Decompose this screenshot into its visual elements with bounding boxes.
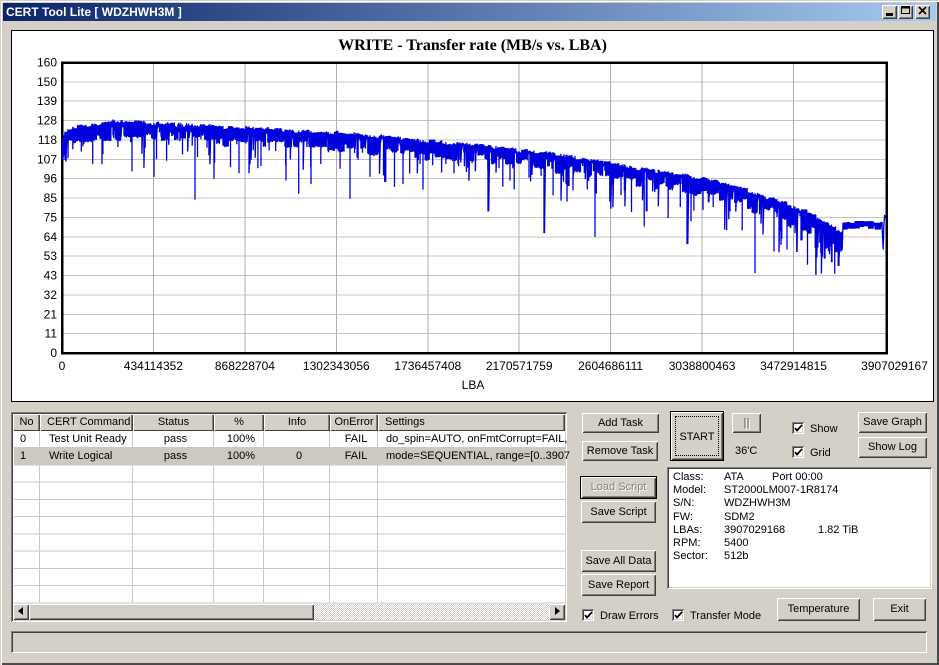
svg-text:160: 160: [37, 56, 57, 70]
svg-text:75: 75: [44, 210, 58, 224]
svg-text:128: 128: [37, 114, 57, 128]
svg-text:139: 139: [37, 94, 57, 108]
svg-text:150: 150: [37, 75, 57, 89]
svg-text:434114352: 434114352: [124, 359, 184, 373]
svg-text:32: 32: [44, 288, 58, 302]
svg-text:11: 11: [45, 327, 58, 341]
svg-text:0: 0: [59, 359, 66, 373]
svg-text:3038800463: 3038800463: [669, 359, 736, 373]
svg-text:868228704: 868228704: [215, 359, 275, 373]
svg-text:118: 118: [38, 133, 57, 147]
svg-text:3907029167: 3907029167: [861, 359, 928, 373]
svg-text:21: 21: [44, 307, 58, 321]
svg-text:2170571759: 2170571759: [486, 359, 553, 373]
svg-text:1302343056: 1302343056: [303, 359, 370, 373]
svg-text:107: 107: [37, 152, 57, 166]
svg-text:96: 96: [44, 172, 58, 186]
svg-text:0: 0: [50, 346, 57, 360]
svg-text:43: 43: [44, 269, 58, 283]
svg-text:3472914815: 3472914815: [760, 359, 827, 373]
svg-text:1736457408: 1736457408: [394, 359, 461, 373]
svg-text:LBA: LBA: [462, 378, 485, 392]
svg-text:64: 64: [44, 230, 58, 244]
svg-text:85: 85: [44, 191, 58, 205]
svg-text:53: 53: [44, 249, 58, 263]
svg-text:2604686111: 2604686111: [578, 359, 643, 373]
